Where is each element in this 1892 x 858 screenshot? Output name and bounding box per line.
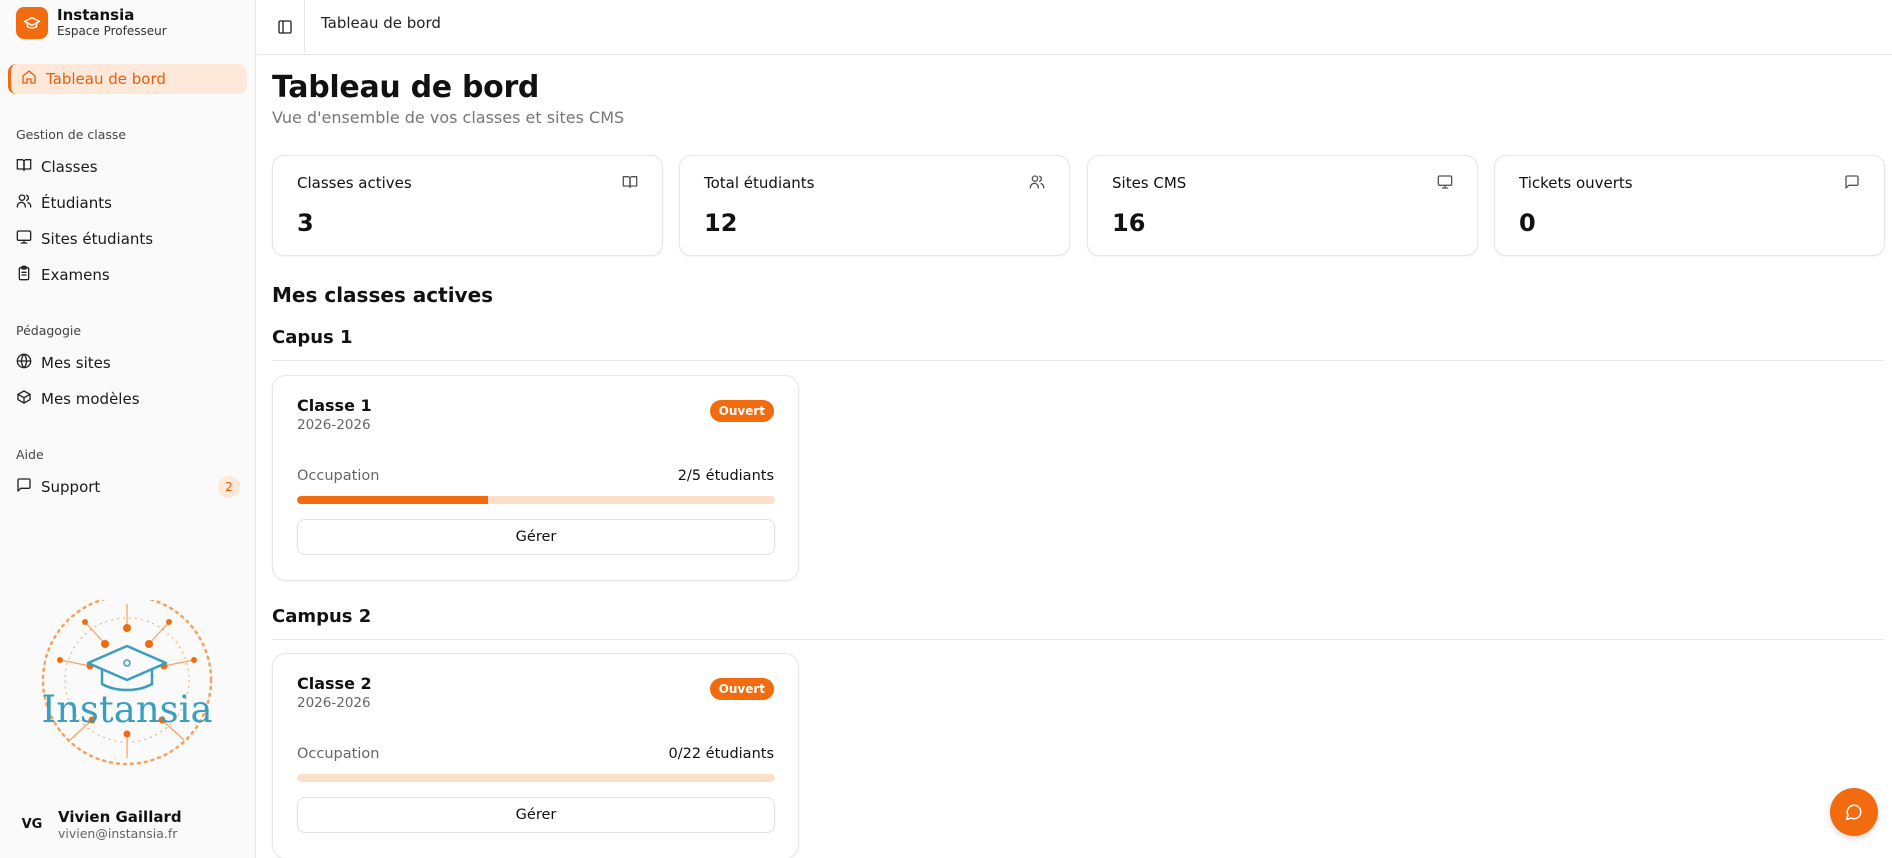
users-icon <box>16 193 32 213</box>
page-title: Tableau de bord <box>272 70 540 105</box>
breadcrumb: Tableau de bord <box>321 14 441 32</box>
sidebar-item-mes-modeles[interactable]: Mes modèles <box>16 384 240 414</box>
users-icon <box>1029 174 1045 194</box>
stat-card-total-etudiants: Total étudiants 12 <box>679 155 1070 256</box>
stat-card-tickets-ouverts: Tickets ouverts 0 <box>1494 155 1885 256</box>
sidebar-item-sites-etudiants[interactable]: Sites étudiants <box>16 224 240 254</box>
section-title: Mes classes actives <box>272 283 494 307</box>
user-profile[interactable]: VG Vivien Gaillard vivien@instansia.fr <box>16 808 182 841</box>
instansia-illustration: Instansia <box>30 594 225 770</box>
class-year: 2026-2026 <box>297 417 371 433</box>
progress-fill <box>297 496 489 504</box>
clipboard-icon <box>16 265 32 285</box>
brand[interactable]: Instansia Espace Professeur <box>16 6 167 39</box>
sidebar-item-label: Sites étudiants <box>41 230 154 248</box>
divider <box>304 0 305 52</box>
sidebar-item-label: Mes modèles <box>41 390 140 408</box>
sidebar-item-label: Support <box>41 478 101 496</box>
graduation-cap-icon <box>16 6 48 39</box>
stat-value: 12 <box>704 209 738 237</box>
sidebar-item-label: Mes sites <box>41 354 111 372</box>
divider <box>272 639 1884 640</box>
book-icon <box>16 157 32 177</box>
sidebar-item-etudiants[interactable]: Étudiants <box>16 188 240 218</box>
sidebar-item-mes-sites[interactable]: Mes sites <box>16 348 240 378</box>
network-graduation-icon: Instansia <box>41 594 213 766</box>
occupation-label: Occupation <box>297 746 380 762</box>
panel-left-icon <box>278 20 292 34</box>
class-name: Classe 2 <box>297 674 372 693</box>
sidebar-item-label: Examens <box>41 266 110 284</box>
stat-value: 0 <box>1519 209 1536 237</box>
occupation-value: 2/5 étudiants <box>677 468 774 484</box>
stat-card-classes-actives: Classes actives 3 <box>272 155 663 256</box>
sidebar-item-tableau-de-bord[interactable]: Tableau de bord <box>8 64 247 94</box>
status-badge: Ouvert <box>709 400 774 422</box>
sidebar-item-support[interactable]: Support 2 <box>16 472 240 502</box>
brand-subtitle: Espace Professeur <box>57 24 167 38</box>
monitor-icon <box>16 229 32 249</box>
support-count-badge: 2 <box>218 476 240 498</box>
class-year: 2026-2026 <box>297 695 371 711</box>
occupation-progress-bar <box>297 774 775 782</box>
divider <box>272 360 1884 361</box>
sidebar-item-label: Classes <box>41 158 98 176</box>
section-label-aide: Aide <box>16 447 44 462</box>
occupation-progress-bar <box>297 496 775 504</box>
stat-card-sites-cms: Sites CMS 16 <box>1087 155 1478 256</box>
globe-icon <box>16 353 32 373</box>
book-icon <box>622 174 638 194</box>
campus-title: Campus 2 <box>272 606 372 627</box>
stat-label: Total étudiants <box>704 174 815 192</box>
sidebar-item-label: Étudiants <box>41 194 112 212</box>
page-subtitle: Vue d'ensemble de vos classes et sites C… <box>272 108 625 127</box>
message-icon <box>1844 174 1860 194</box>
home-icon <box>21 69 37 89</box>
class-card: Classe 1 2026-2026 Ouvert Occupation 2/5… <box>272 375 799 581</box>
user-email: vivien@instansia.fr <box>58 826 178 841</box>
sidebar-toggle-button[interactable] <box>271 13 299 41</box>
sidebar-item-examens[interactable]: Examens <box>16 260 240 290</box>
status-badge: Ouvert <box>709 678 774 700</box>
sidebar-item-label: Tableau de bord <box>46 70 166 88</box>
section-label-gestion: Gestion de classe <box>16 127 127 142</box>
box-icon <box>16 389 32 409</box>
campus-title: Capus 1 <box>272 327 353 348</box>
illustration-wordmark: Instansia <box>41 688 212 731</box>
stat-label: Classes actives <box>297 174 412 192</box>
stat-label: Tickets ouverts <box>1519 174 1633 192</box>
chat-button[interactable] <box>1830 788 1878 836</box>
topbar: Tableau de bord <box>257 0 1892 55</box>
class-card: Classe 2 2026-2026 Ouvert Occupation 0/2… <box>272 653 799 858</box>
sidebar: Instansia Espace Professeur Tableau de b… <box>0 0 256 858</box>
stat-label: Sites CMS <box>1112 174 1187 192</box>
section-label-pedagogie: Pédagogie <box>16 323 82 338</box>
occupation-value: 0/22 étudiants <box>668 746 774 762</box>
stat-value: 16 <box>1112 209 1146 237</box>
chat-bubble-icon <box>1845 804 1862 821</box>
brand-name: Instansia <box>57 6 135 24</box>
message-icon <box>16 477 32 497</box>
manage-button[interactable]: Gérer <box>297 519 775 555</box>
class-name: Classe 1 <box>297 396 372 415</box>
avatar: VG <box>21 817 43 832</box>
monitor-icon <box>1437 174 1453 194</box>
stat-value: 3 <box>297 209 314 237</box>
occupation-label: Occupation <box>297 468 380 484</box>
user-name: Vivien Gaillard <box>58 808 182 826</box>
sidebar-item-classes[interactable]: Classes <box>16 152 240 182</box>
manage-button[interactable]: Gérer <box>297 797 775 833</box>
